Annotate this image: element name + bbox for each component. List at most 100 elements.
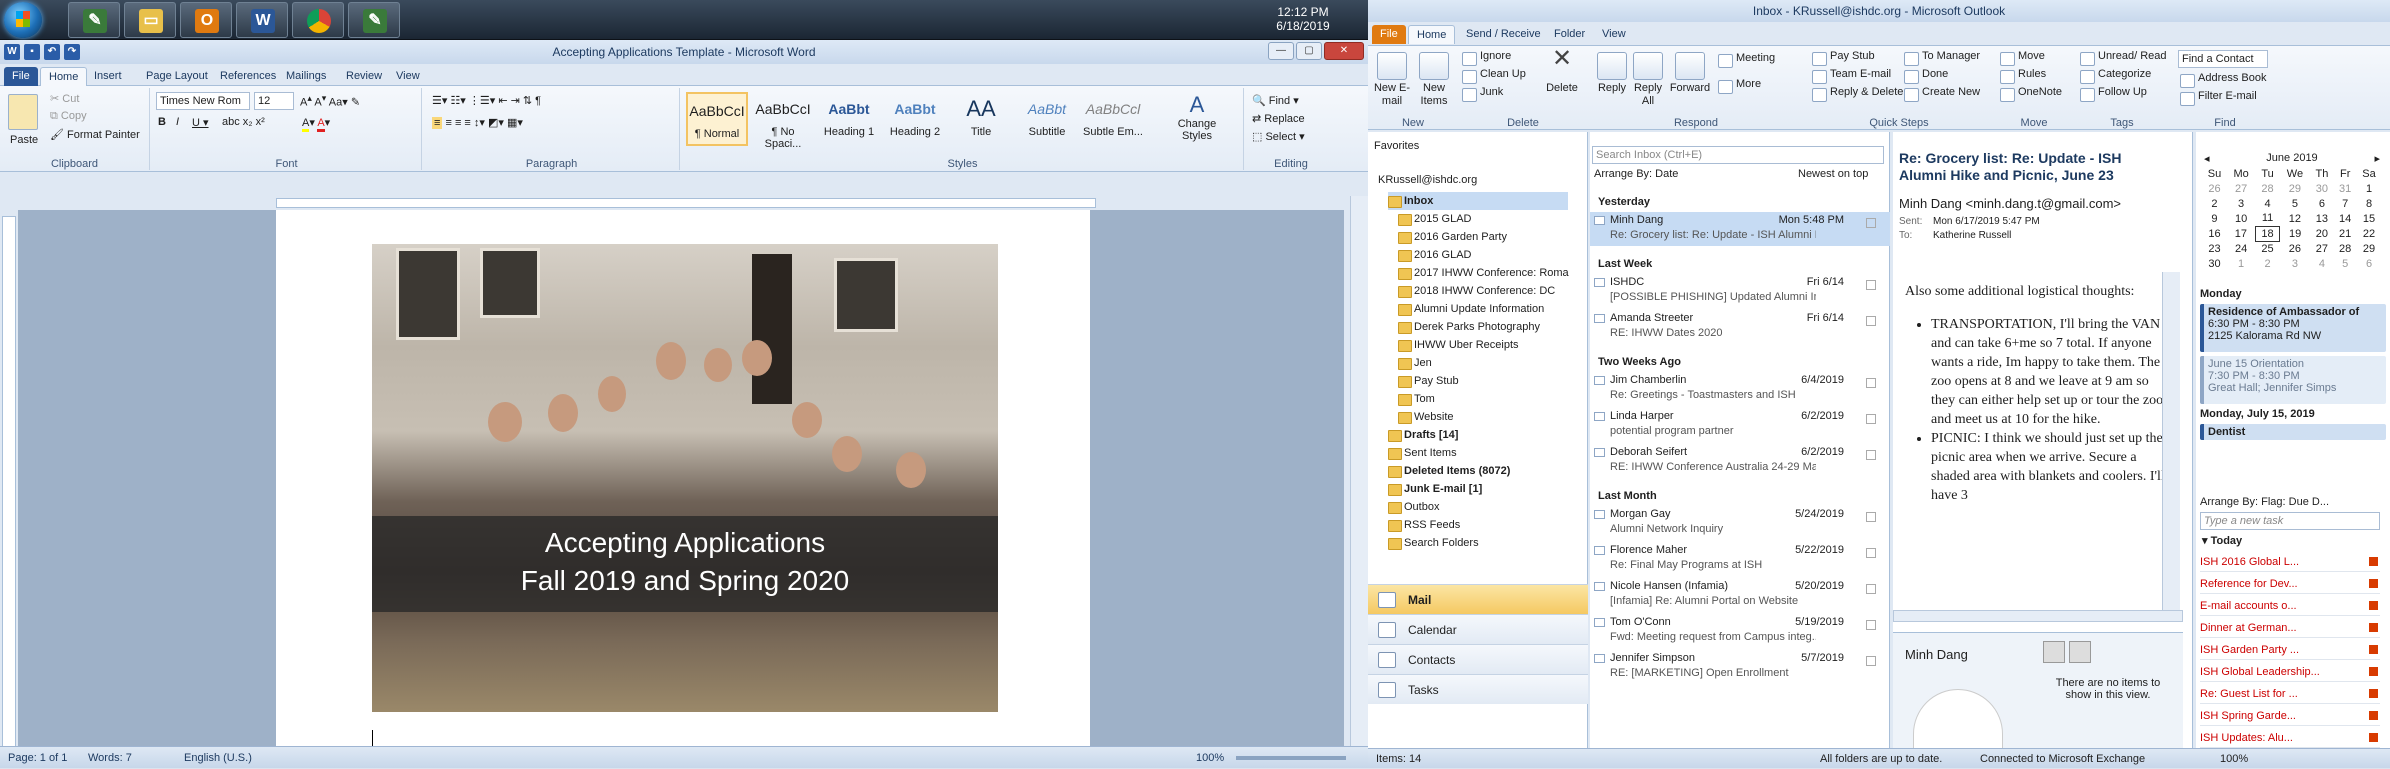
task-item[interactable]: ISH 2016 Global L... [2200, 552, 2380, 572]
task-item[interactable]: E-mail accounts o... [2200, 596, 2380, 616]
quickstep-create-new[interactable]: Create New [1904, 86, 1980, 102]
folder-2017-ihww[interactable]: 2017 IHWW Conference: Roma [1398, 264, 1569, 282]
task-arrange-by[interactable]: Arrange By: Flag: Due D... [2200, 496, 2329, 508]
folder-pay-stub[interactable]: Pay Stub [1398, 372, 1459, 390]
appointment-1[interactable]: Residence of Ambassador of 6:30 PM - 8:3… [2200, 304, 2386, 352]
folder-rss-feeds[interactable]: RSS Feeds [1388, 516, 1460, 534]
style-subtle-emphasis[interactable]: AaBbCcl Subtle Em... [1082, 92, 1144, 146]
message-item[interactable]: ISHDC Fri 6/14 [POSSIBLE PHISHING] Updated… [1590, 274, 1890, 308]
new-email-button[interactable]: New E-mail [1372, 52, 1412, 108]
calendar-day[interactable]: 11 [2255, 211, 2280, 226]
folder-inbox[interactable]: Inbox [1388, 192, 1568, 210]
horizontal-ruler[interactable] [0, 196, 1368, 210]
forward-button[interactable]: Forward [1668, 52, 1712, 95]
folder-derek-parks[interactable]: Derek Parks Photography [1398, 318, 1540, 336]
taskbar-chrome[interactable] [292, 2, 344, 38]
font-grow-shrink[interactable]: A▴ A▾ Aa▾ ✎ [300, 93, 360, 109]
calendar-day[interactable]: 27 [2227, 181, 2255, 196]
nav-mail[interactable]: Mail [1368, 584, 1588, 614]
word-count[interactable]: Words: 7 [88, 747, 132, 769]
calendar-day[interactable]: 20 [2310, 226, 2334, 241]
arrange-by[interactable]: Arrange By: Date [1594, 168, 1678, 180]
calendar-day[interactable]: 2 [2202, 196, 2227, 211]
flag-icon[interactable] [1866, 548, 1876, 558]
task-item[interactable]: ISH Spring Garde... [2200, 706, 2380, 726]
copy-button[interactable]: ⧉ Copy [50, 110, 87, 123]
flag-icon[interactable] [1866, 620, 1876, 630]
start-button[interactable] [4, 2, 42, 38]
reply-button[interactable]: Reply [1594, 52, 1630, 95]
folder-deleted-items[interactable]: Deleted Items (8072) [1388, 462, 1510, 480]
calendar-day[interactable]: 23 [2202, 241, 2227, 256]
word-app-icon[interactable]: W [4, 44, 20, 60]
clean-up-button[interactable]: Clean Up [1462, 68, 1526, 84]
taskbar-app-1[interactable]: ✎ [68, 2, 120, 38]
calendar-day[interactable]: 14 [2334, 211, 2357, 226]
flag-icon[interactable] [1866, 584, 1876, 594]
new-items-button[interactable]: New Items [1414, 52, 1454, 108]
calendar-day[interactable]: 27 [2310, 241, 2334, 256]
tab-view[interactable]: View [388, 67, 428, 86]
reading-scrollbar[interactable] [2162, 272, 2180, 612]
taskbar-word[interactable]: W [236, 2, 288, 38]
tab-folder[interactable]: Folder [1546, 25, 1593, 44]
calendar-day[interactable]: 5 [2334, 256, 2357, 271]
calendar-day[interactable]: 4 [2255, 196, 2280, 211]
appointment-3[interactable]: Dentist [2200, 424, 2386, 440]
calendar-day[interactable]: 15 [2357, 211, 2382, 226]
tab-view[interactable]: View [1594, 25, 1634, 44]
message-group-header[interactable]: Two Weeks Ago [1598, 356, 1681, 368]
select-button[interactable]: ⬚ Select ▾ [1252, 130, 1305, 143]
onenote-button[interactable]: OneNote [2000, 86, 2062, 102]
tab-home[interactable]: Home [1408, 25, 1456, 44]
folder-drafts[interactable]: Drafts [14] [1388, 426, 1458, 444]
task-item[interactable]: ISH Garden Party ... [2200, 640, 2380, 660]
task-item[interactable]: Reference for Dev... [2200, 574, 2380, 594]
page-count[interactable]: Page: 1 of 1 [8, 747, 67, 769]
calendar-day[interactable]: 25 [2255, 241, 2280, 256]
ignore-button[interactable]: Ignore [1462, 50, 1511, 66]
folder-website[interactable]: Website [1398, 408, 1454, 426]
message-item[interactable]: Tom O'Conn 5/19/2019 Fwd: Meeting request … [1590, 614, 1890, 648]
find-contact-input[interactable]: Find a Contact [2178, 50, 2268, 68]
calendar-day[interactable]: 26 [2202, 181, 2227, 196]
calendar-day[interactable]: 9 [2202, 211, 2227, 226]
list-buttons[interactable]: ☰▾ ☷▾ ⋮☰▾ ⇤ ⇥ ⇅ ¶ [432, 94, 541, 107]
next-month-icon[interactable]: ▸ [2374, 152, 2380, 165]
paste-icon[interactable] [8, 94, 38, 130]
style-subtitle[interactable]: AaBbt Subtitle [1016, 92, 1078, 146]
quickstep-reply-delete[interactable]: Reply & Delete [1812, 86, 1903, 102]
folder-2018-ihww[interactable]: 2018 IHWW Conference: DC [1398, 282, 1555, 300]
calendar-day[interactable]: 4 [2310, 256, 2334, 271]
calendar-day[interactable]: 16 [2202, 226, 2227, 241]
document-page[interactable]: Accepting Applications Fall 2019 and Spr… [276, 210, 1090, 750]
message-item[interactable]: Nicole Hansen (Infamia) 5/20/2019 [Infamia… [1590, 578, 1890, 612]
calendar-day[interactable]: 2 [2255, 256, 2280, 271]
calendar-day[interactable]: 30 [2202, 256, 2227, 271]
search-inbox-input[interactable]: Search Inbox (Ctrl+E) [1592, 146, 1884, 164]
favorites-header[interactable]: Favorites [1374, 140, 1419, 152]
calendar-day[interactable]: 5 [2280, 196, 2310, 211]
calendar-day[interactable]: 19 [2280, 226, 2310, 241]
reply-all-button[interactable]: Reply All [1630, 52, 1666, 108]
quickstep-to-manager[interactable]: To Manager [1904, 50, 1980, 66]
flag-icon[interactable] [1866, 656, 1876, 666]
change-styles-button[interactable]: A Change Styles [1168, 92, 1226, 142]
font-name-combo[interactable]: Times New Rom [156, 92, 250, 110]
language-indicator[interactable]: English (U.S.) [184, 747, 252, 769]
calendar-day[interactable]: 22 [2357, 226, 2382, 241]
message-item[interactable]: Jim Chamberlin 6/4/2019 Re: Greetings - To… [1590, 372, 1890, 406]
person-icon[interactable] [2043, 641, 2065, 663]
tab-file[interactable]: File [1372, 25, 1406, 44]
reading-hscrollbar[interactable] [1893, 610, 2183, 622]
calendar-day[interactable]: 13 [2310, 211, 2334, 226]
highlight-color[interactable]: A▾ A▾ [302, 116, 330, 132]
quickstep-done[interactable]: Done [1904, 68, 1948, 84]
folder-junk-email[interactable]: Junk E-mail [1] [1388, 480, 1482, 498]
task-item[interactable]: Dinner at German... [2200, 618, 2380, 638]
maximize-button[interactable]: ▢ [1296, 42, 1322, 60]
message-item[interactable]: Linda Harper 6/2/2019 potential program pa… [1590, 408, 1890, 442]
tab-references[interactable]: References [212, 67, 284, 86]
format-painter-button[interactable]: 🖌 Format Painter [50, 128, 140, 141]
tab-mailings[interactable]: Mailings [278, 67, 334, 86]
